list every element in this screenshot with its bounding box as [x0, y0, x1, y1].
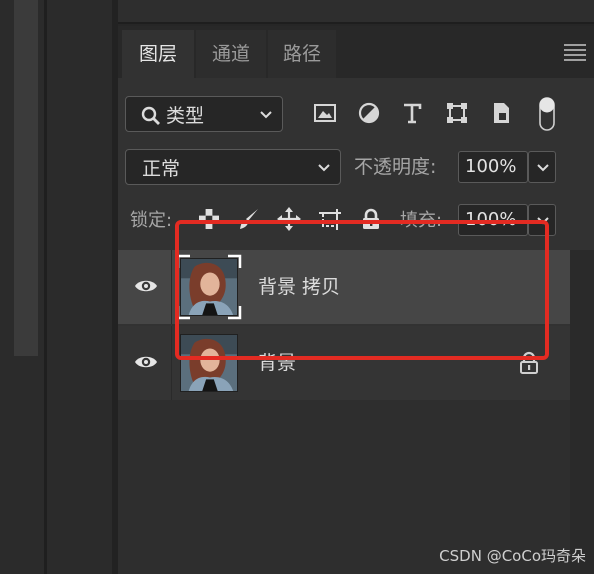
smart-object-filter-icon[interactable] [488, 100, 514, 126]
filter-toggle-switch[interactable] [538, 96, 556, 132]
lock-label: 锁定: [130, 210, 173, 231]
panel-menu-icon[interactable] [564, 44, 586, 61]
layer-filter-select[interactable]: 类型 [125, 96, 283, 132]
chevron-down-icon [260, 111, 272, 119]
visibility-toggle[interactable] [118, 250, 172, 324]
image-filter-icon[interactable] [312, 100, 338, 126]
chevron-down-icon [537, 164, 549, 172]
panel-top-area [118, 0, 594, 24]
opacity-input[interactable]: 100% [458, 151, 528, 183]
filter-kind-label: 类型 [166, 105, 205, 127]
type-filter-icon[interactable] [399, 100, 425, 126]
opacity-dropdown[interactable] [528, 151, 556, 183]
tab-paths[interactable]: 路径 [268, 30, 336, 78]
search-icon [141, 106, 160, 125]
layers-panel: 图层 通道 路径 类型 正常 不透明度: 100% 锁定: 填充: 100% 背… [118, 26, 594, 574]
opacity-label: 不透明度: [354, 156, 437, 178]
adjustment-filter-icon[interactable] [356, 100, 382, 126]
dock-divider [44, 0, 47, 574]
left-dock [0, 0, 118, 574]
tab-layers[interactable]: 图层 [122, 30, 194, 78]
layers-scrollbar[interactable] [570, 250, 594, 574]
panel-tabs: 图层 通道 路径 [118, 26, 594, 78]
eye-icon[interactable] [134, 352, 158, 372]
chevron-down-icon [318, 164, 330, 172]
watermark: CSDN @CoCo玛奇朵 [439, 547, 586, 565]
blend-mode-value: 正常 [142, 158, 181, 180]
visibility-toggle[interactable] [118, 326, 172, 400]
eye-icon[interactable] [134, 276, 158, 296]
annotation-highlight-box [175, 220, 549, 360]
shape-filter-icon[interactable] [444, 100, 470, 126]
left-dock-scrollbar[interactable] [14, 0, 38, 356]
tab-channels[interactable]: 通道 [196, 30, 266, 78]
blend-mode-select[interactable]: 正常 [125, 149, 341, 185]
